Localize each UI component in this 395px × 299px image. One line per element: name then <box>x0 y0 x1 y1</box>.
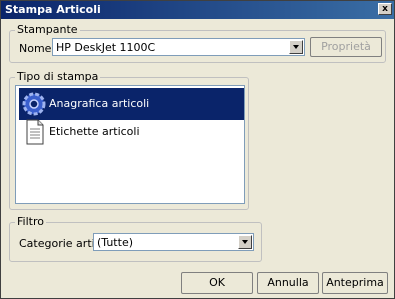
cancel-button-label: Annulla <box>267 276 309 289</box>
printer-select[interactable]: HP DeskJet 1100C <box>52 38 305 56</box>
ok-button[interactable]: OK <box>181 272 253 294</box>
title-bar: Stampa Articoli x <box>1 1 394 19</box>
print-type-list[interactable]: Anagrafica articoli Etichette articoli <box>15 85 245 204</box>
ok-button-label: OK <box>209 276 225 289</box>
chevron-down-icon[interactable] <box>238 235 252 249</box>
printer-name-label: Nome: <box>19 42 56 55</box>
preview-button-label: Anteprima <box>326 276 384 289</box>
cancel-button[interactable]: Annulla <box>257 272 319 294</box>
window-title: Stampa Articoli <box>5 3 101 16</box>
list-item-etichette[interactable]: Etichette articoli <box>19 116 244 148</box>
properties-button[interactable]: Proprietà <box>310 37 382 57</box>
printer-select-value: HP DeskJet 1100C <box>56 41 156 54</box>
filter-group-label: Filtro <box>15 215 46 228</box>
close-icon: x <box>382 4 388 14</box>
category-select-value: (Tutte) <box>97 236 133 249</box>
preview-button[interactable]: Anteprima <box>322 272 388 294</box>
close-button[interactable]: x <box>378 3 392 15</box>
print-articles-dialog: Stampa Articoli x Stampante Nome: HP Des… <box>0 0 395 299</box>
print-type-group-label: Tipo di stampa <box>15 70 101 83</box>
printer-group-label: Stampante <box>15 23 80 36</box>
chevron-down-icon[interactable] <box>289 40 303 54</box>
list-item-label: Etichette articoli <box>49 125 140 138</box>
list-item-label: Anagrafica articoli <box>49 97 150 110</box>
gear-icon <box>22 92 46 116</box>
category-select[interactable]: (Tutte) <box>93 233 254 251</box>
document-icon <box>26 119 44 145</box>
properties-button-label: Proprietà <box>321 40 371 53</box>
